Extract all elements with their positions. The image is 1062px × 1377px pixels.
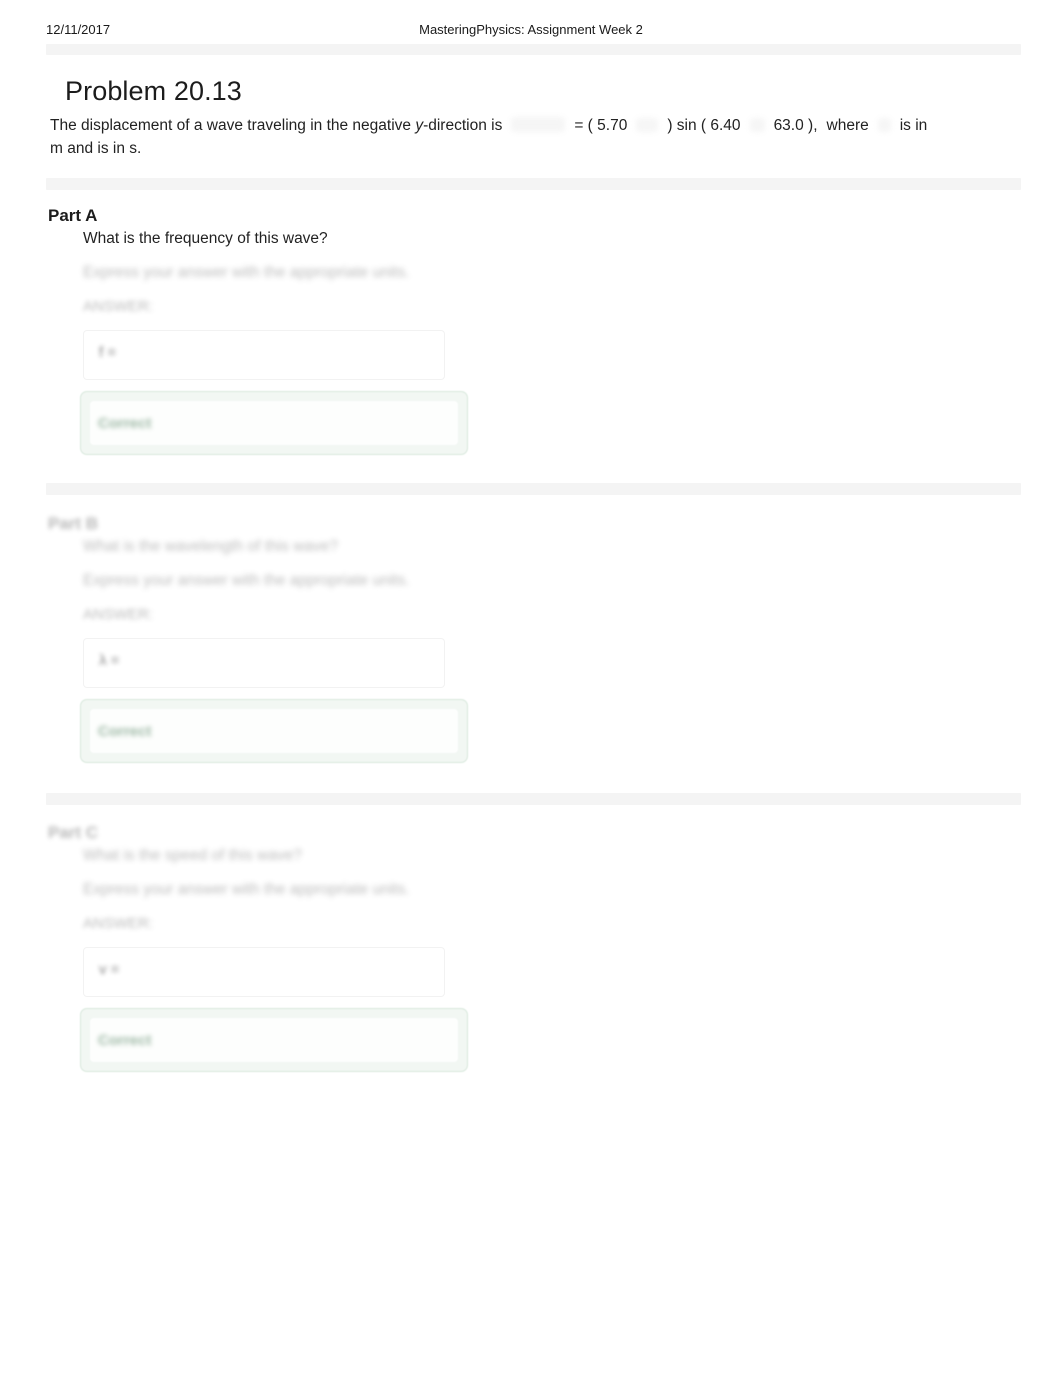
- part-c-answer-input[interactable]: [169, 955, 435, 990]
- print-header: 12/11/2017 MasteringPhysics: Assignment …: [0, 22, 1062, 42]
- page-title: Problem 20.13: [65, 76, 242, 107]
- part-b-answer-input[interactable]: [169, 646, 435, 681]
- part-a-answer-row[interactable]: f =: [83, 330, 445, 380]
- statement-line-2: m and is in s.: [50, 140, 142, 157]
- part-c-answer-label-heading: ANSWER:: [83, 915, 154, 932]
- part-c-feedback-box: Correct: [80, 1008, 468, 1072]
- part-a-answer-label-heading: ANSWER:: [83, 298, 154, 315]
- cm-unit-image: [636, 117, 659, 132]
- part-c-question: What is the speed of this wave?: [83, 847, 302, 864]
- part-b-heading: Part B: [48, 514, 99, 534]
- problem-statement: The displacement of a wave traveling in …: [50, 114, 1015, 160]
- x-variable-image: [749, 117, 765, 132]
- statement-text-a: The displacement of a wave traveling in …: [50, 117, 416, 134]
- statement-line-1: The displacement of a wave traveling in …: [50, 114, 1015, 137]
- displacement-function-image: [511, 117, 566, 133]
- part-b-divider-band: [46, 483, 1021, 495]
- part-b-answer-row[interactable]: λ =: [83, 638, 445, 688]
- statement-eq-open: = ( 5.70: [574, 117, 628, 134]
- part-c-express-instruction: Express your answer with the appropriate…: [83, 881, 410, 898]
- part-b-status-badge: Correct: [98, 723, 152, 740]
- part-a-express-instruction: Express your answer with the appropriate…: [83, 264, 410, 281]
- part-b-feedback-box: Correct: [80, 699, 468, 763]
- part-c-heading: Part C: [48, 823, 99, 843]
- part-b-answer-symbol: λ =: [99, 652, 120, 669]
- part-a-answer-input[interactable]: [169, 338, 435, 373]
- part-c-answer-row[interactable]: v =: [83, 947, 445, 997]
- header-divider-band: [46, 44, 1021, 55]
- t-variable-image: [877, 117, 891, 132]
- part-a-feedback-box: Correct: [80, 391, 468, 455]
- part-b-question: What is the wavelength of this wave?: [83, 538, 339, 555]
- part-a-status-badge: Correct: [98, 415, 152, 432]
- part-b-answer-label-heading: ANSWER:: [83, 606, 154, 623]
- statement-eq-const: 63.0 ),: [773, 117, 818, 134]
- statement-eq-close: ) sin ( 6.40: [667, 117, 741, 134]
- part-c-status-badge: Correct: [98, 1032, 152, 1049]
- part-a-divider-band: [46, 178, 1021, 190]
- statement-eq-where: where: [826, 117, 869, 134]
- part-b-express-instruction: Express your answer with the appropriate…: [83, 572, 410, 589]
- part-a-answer-symbol: f =: [99, 344, 117, 361]
- statement-eq-isin: is in: [899, 117, 928, 134]
- part-c-divider-band: [46, 793, 1021, 805]
- part-c-answer-symbol: v =: [99, 961, 120, 978]
- part-a-question: What is the frequency of this wave?: [83, 230, 328, 247]
- print-page-title: MasteringPhysics: Assignment Week 2: [419, 22, 643, 37]
- statement-variable-y: y: [415, 117, 424, 134]
- statement-text-b: -direction is: [423, 117, 503, 134]
- part-a-heading: Part A: [48, 206, 98, 226]
